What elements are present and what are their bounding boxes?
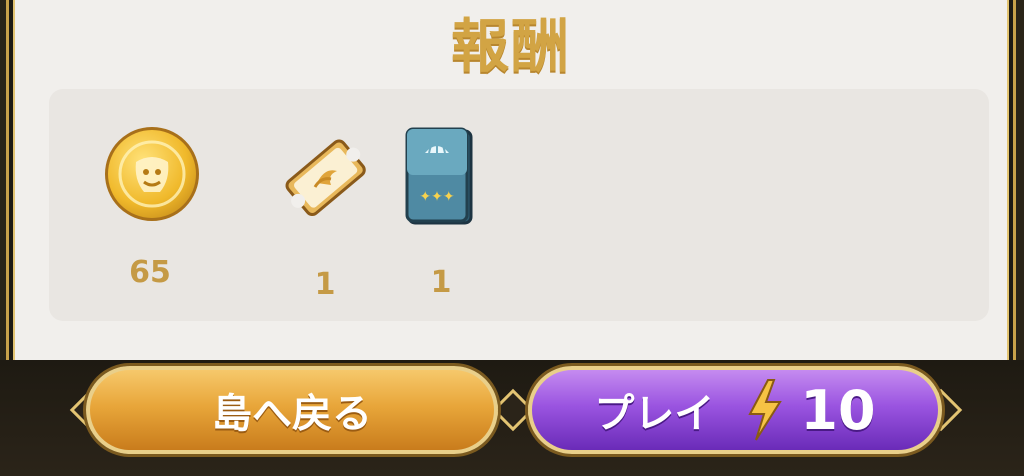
reward-item-ticket: 1 [275,127,375,302]
reward-panel: 65 1 ✦✦✦ 1 [49,89,989,321]
back-button-label: 島へ戻る [212,391,372,437]
reward-count: 1 [430,265,452,300]
card-deck-icon: ✦✦✦ [405,127,473,225]
play-energy-cost: 10 [800,378,876,442]
reward-dialog: 報酬 65 1 ✦✦✦ 1 [6,0,1016,410]
reward-item-card-deck: ✦✦✦ 1 [401,125,481,300]
back-to-island-button[interactable]: 島へ戻る [86,366,498,454]
svg-text:✦✦✦: ✦✦✦ [419,189,454,205]
play-button[interactable]: プレイ 10 [528,366,942,454]
play-button-label: プレイ [594,391,715,437]
dialog-title: 報酬 [450,12,571,80]
gold-coin-icon [105,127,199,221]
reward-count: 1 [314,267,336,302]
reward-item-coin: 65 [105,127,201,290]
reward-count: 65 [129,255,171,290]
ticket-icon [285,139,366,217]
lightning-bolt-icon [748,379,783,441]
